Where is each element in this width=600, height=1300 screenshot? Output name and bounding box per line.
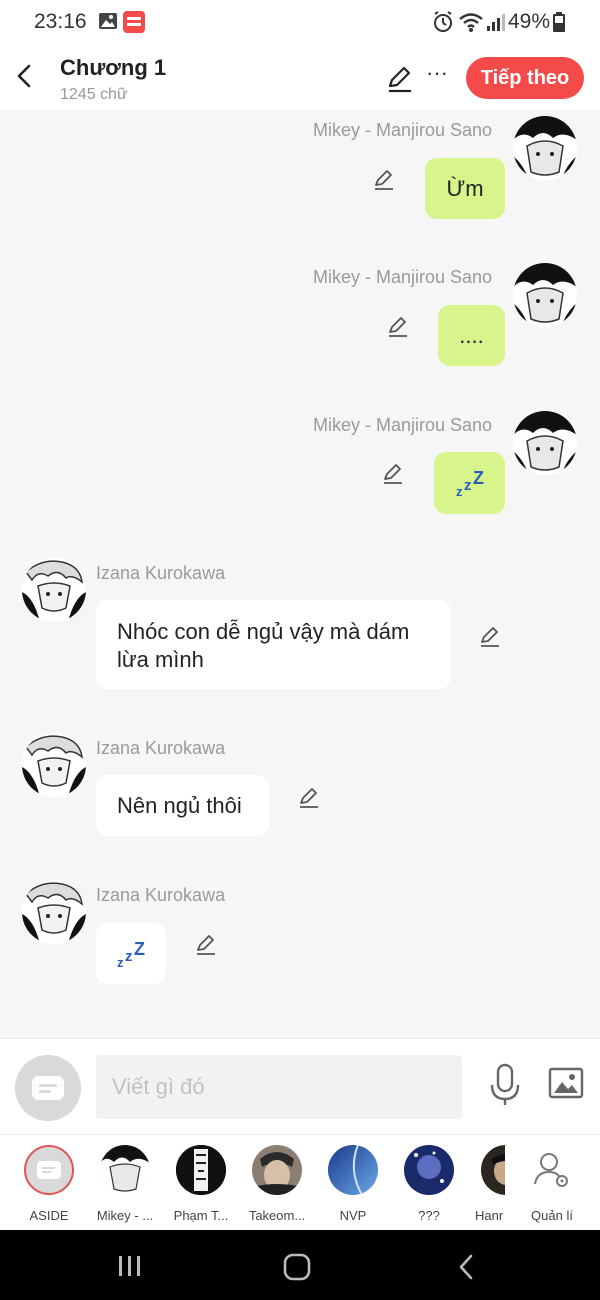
recent-apps-icon[interactable]: [116, 1254, 144, 1278]
character-avatar: [176, 1145, 226, 1195]
message-bubble[interactable]: Nhóc con dễ ngủ vậy mà dám lừa mình: [96, 600, 451, 689]
avatar[interactable]: [22, 880, 86, 944]
mangatoon-notification-icon: [123, 11, 145, 33]
svg-text:z: z: [464, 477, 472, 494]
edit-chapter-pencil-icon[interactable]: [384, 64, 414, 94]
message-text-line: Nhóc con dễ ngủ vậy mà dám: [117, 619, 410, 644]
message-sender: Izana Kurokawa: [96, 885, 226, 905]
message-input[interactable]: [96, 1055, 462, 1119]
message-sender: Izana Kurokawa: [96, 563, 226, 583]
chat-area: Mikey - Manjirou Sano Ừm Mikey - Manjiro…: [0, 110, 600, 1038]
avatar[interactable]: [22, 558, 86, 622]
aside-chat-icon: [32, 1076, 64, 1100]
mikey-avatar-image: [513, 263, 577, 327]
word-count: 1245 chữ: [60, 86, 128, 103]
signal-icon: [487, 14, 505, 31]
message-sender: Izana Kurokawa: [96, 738, 226, 758]
character-item-pham[interactable]: Phạm T...: [165, 1145, 237, 1223]
more-options-button[interactable]: ···: [424, 62, 450, 92]
edit-message-pencil-icon[interactable]: [194, 933, 218, 957]
character-item-nvp[interactable]: NVP: [317, 1145, 389, 1223]
character-item-unknown[interactable]: ???: [393, 1145, 465, 1223]
svg-text:z: z: [125, 948, 133, 965]
battery-icon: [553, 12, 565, 32]
character-label: ASIDE: [29, 1208, 69, 1223]
character-avatar: [328, 1145, 378, 1195]
android-navigation-bar: [0, 1230, 600, 1300]
izana-avatar-image: [22, 880, 86, 944]
manage-user-icon: [527, 1145, 577, 1195]
svg-text:Z: Z: [134, 939, 145, 959]
character-label: NVP: [339, 1208, 367, 1223]
character-label: Phạm T...: [173, 1208, 229, 1223]
character-item-takeomi[interactable]: Takeom...: [241, 1145, 313, 1223]
character-avatar: [481, 1145, 505, 1195]
zzz-sleep-icon: z z Z: [456, 468, 484, 499]
character-avatar: [100, 1145, 150, 1195]
message-text-line: lừa mình: [117, 647, 204, 672]
character-selector: ASIDE Mikey - ... Phạm T... Takeom... NV…: [0, 1134, 600, 1230]
mikey-avatar-image: [513, 411, 577, 475]
character-label: ???: [418, 1208, 440, 1223]
status-time: 23:16: [34, 10, 87, 33]
character-label: Hanr: [475, 1208, 504, 1223]
aside-character-avatar: [24, 1145, 74, 1195]
battery-percent: 49%: [508, 10, 551, 33]
avatar[interactable]: [513, 411, 577, 475]
gallery-notification-icon: [99, 13, 117, 29]
microphone-icon[interactable]: [488, 1063, 522, 1107]
chapter-title: Chương 1: [60, 55, 167, 80]
status-bar: 23:16 49%: [0, 0, 600, 44]
character-item-hanma[interactable]: Hanr: [469, 1145, 505, 1223]
next-chapter-button[interactable]: Tiếp theo: [466, 57, 584, 99]
svg-text:Z: Z: [473, 468, 484, 488]
character-label: Takeom...: [248, 1208, 306, 1223]
image-upload-icon[interactable]: [548, 1067, 584, 1099]
character-avatar: [252, 1145, 302, 1195]
message-bubble[interactable]: ....: [438, 305, 505, 366]
manage-characters-button[interactable]: Quản lí: [516, 1145, 588, 1223]
avatar[interactable]: [513, 263, 577, 327]
izana-avatar-image: [22, 733, 86, 797]
edit-message-pencil-icon[interactable]: [381, 462, 405, 486]
message-bubble[interactable]: Ừm: [425, 158, 505, 219]
message-sender: Mikey - Manjirou Sano: [313, 267, 493, 287]
message-composer: [0, 1038, 600, 1134]
system-back-icon[interactable]: [456, 1253, 476, 1281]
edit-message-pencil-icon[interactable]: [297, 786, 321, 810]
back-button[interactable]: [10, 58, 38, 94]
chapter-header: Chương 1 1245 chữ ··· Tiếp theo: [0, 44, 600, 110]
edit-message-pencil-icon[interactable]: [372, 168, 396, 192]
izana-avatar-image: [22, 558, 86, 622]
mikey-avatar-image: [513, 116, 577, 180]
wifi-icon: [459, 13, 483, 32]
message-sender: Mikey - Manjirou Sano: [313, 415, 493, 435]
zzz-sleep-icon: z z Z: [117, 939, 145, 970]
edit-message-pencil-icon[interactable]: [386, 315, 410, 339]
character-label: Quản lí: [531, 1208, 573, 1223]
avatar[interactable]: [513, 116, 577, 180]
aside-mode-button[interactable]: [15, 1055, 81, 1121]
back-arrow-icon: [17, 64, 31, 88]
avatar[interactable]: [22, 733, 86, 797]
home-icon[interactable]: [283, 1253, 311, 1281]
edit-message-pencil-icon[interactable]: [478, 625, 502, 649]
character-label: Mikey - ...: [96, 1208, 154, 1223]
aside-chat-icon: [37, 1161, 61, 1179]
alarm-icon: [434, 11, 452, 32]
message-bubble[interactable]: Nên ngủ thôi: [96, 775, 269, 836]
svg-text:z: z: [117, 955, 124, 970]
svg-text:z: z: [456, 484, 463, 499]
character-item-mikey[interactable]: Mikey - ...: [89, 1145, 161, 1223]
character-item-aside[interactable]: ASIDE: [13, 1145, 85, 1223]
sticker-bubble[interactable]: z z Z: [434, 452, 505, 514]
sticker-bubble[interactable]: z z Z: [96, 923, 166, 984]
character-avatar: [404, 1145, 454, 1195]
message-sender: Mikey - Manjirou Sano: [313, 120, 493, 140]
